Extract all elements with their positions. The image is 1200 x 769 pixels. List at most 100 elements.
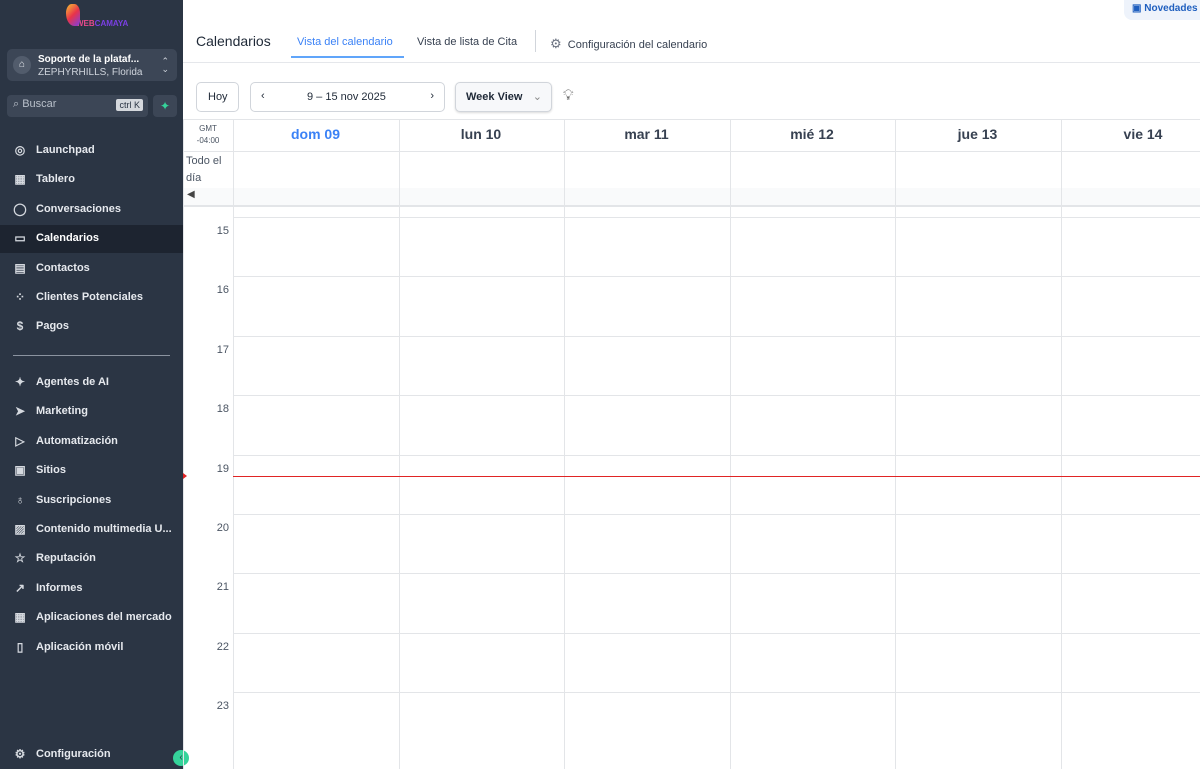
today-button[interactable]: Hoy	[196, 82, 239, 112]
sidebar-item-chat[interactable]: ◯ Conversaciones	[0, 196, 183, 224]
hour-line	[233, 395, 1200, 397]
sites-icon: ▣	[14, 463, 26, 478]
leads-icon: ⁘	[14, 290, 26, 304]
sidebar-item-star[interactable]: ☆ Reputación	[0, 545, 183, 573]
day-header[interactable]: lun 10	[399, 126, 564, 142]
day-header[interactable]: mar 11	[564, 126, 729, 142]
star-icon: ☆	[14, 551, 26, 566]
search-input[interactable]: ⌕ Buscar ctrl K	[7, 95, 148, 117]
payments-icon: $	[16, 319, 24, 334]
sidebar-item-label: Automatización	[36, 434, 118, 447]
day-header[interactable]: jue 13	[895, 126, 1060, 142]
sidebar-item-label: Aplicación móvil	[36, 640, 124, 653]
account-location: ZEPHYRHILLS, Florida	[38, 67, 143, 78]
sidebar-item-sites[interactable]: ▣ Sitios	[0, 457, 183, 485]
novedades-label: Novedades	[1144, 3, 1198, 14]
account-switcher[interactable]: ⌂ Soporte de la plataf... ZEPHYRHILLS, F…	[7, 49, 177, 81]
horizontal-scrollbar[interactable]: ◀	[183, 188, 1200, 205]
chart-icon: ↗	[14, 580, 26, 595]
hour-line	[233, 217, 1200, 218]
search-placeholder: Buscar	[22, 98, 57, 110]
sidebar-item-chart[interactable]: ↗ Informes	[0, 575, 183, 603]
sidebar-item-label: Contactos	[36, 261, 90, 274]
hour-line	[233, 632, 1200, 634]
sidebar-item-label: Sitios	[36, 464, 66, 477]
hour-line	[233, 514, 1200, 515]
sidebar-item-dashboard[interactable]: ▦ Tablero	[0, 166, 183, 194]
tab-calendar-view[interactable]: Vista del calendario	[297, 36, 393, 48]
account-name: Soporte de la plataf...	[38, 54, 140, 65]
automation-icon: ▷	[15, 433, 25, 448]
prev-week-button[interactable]: ‹	[261, 90, 265, 102]
sidebar-divider	[13, 355, 170, 356]
tab-label: Configuración del calendario	[567, 39, 708, 51]
main-content: ▣ Novedades Calendarios Vista del calend…	[183, 0, 1200, 769]
sidebar-item-mobile[interactable]: ▯ Aplicación móvil	[0, 634, 183, 662]
sidebar: WEBCAMAYA ⌂ Soporte de la plataf... ZEPH…	[0, 0, 189, 769]
day-header[interactable]: dom 09	[233, 126, 398, 142]
chevron-down-icon: ⌄	[532, 91, 542, 103]
lightbulb-icon[interactable]: 💡︎	[563, 87, 574, 104]
hour-label: 23	[216, 700, 229, 713]
mobile-icon: ▯	[16, 639, 24, 654]
scroll-left-icon[interactable]: ◀	[187, 189, 195, 200]
sidebar-item-payments[interactable]: $ Pagos	[0, 313, 183, 341]
sidebar-item-calendar[interactable]: ▭ Calendarios	[0, 225, 183, 254]
sidebar-item-image[interactable]: ▨ Contenido multimedia U...	[0, 516, 183, 544]
novedades-button[interactable]: ▣ Novedades	[1124, 0, 1200, 20]
hour-line	[233, 454, 1200, 456]
timezone-label: GMT -04:00	[196, 124, 220, 145]
all-day-label: Todo el día	[186, 155, 222, 184]
sidebar-item-sparkles[interactable]: ✦ Agentes de AI	[0, 369, 183, 397]
week-calendar-grid: GMT -04:00 Todo el día ◀ dom 09 lun 10 mar …	[183, 119, 1200, 769]
tab-calendar-settings[interactable]: ⚙ Configuración del calendario	[550, 36, 707, 52]
hour-label: 18	[216, 403, 229, 416]
divider	[535, 30, 536, 52]
gear-icon: ⚙	[14, 747, 26, 761]
quick-action-button[interactable]: ✦	[153, 95, 177, 117]
date-range-navigator: ‹ 9 – 15 nov 2025 ›	[250, 82, 445, 112]
hour-line	[233, 573, 1200, 575]
sidebar-item-label: Launchpad	[36, 144, 95, 156]
sidebar-item-label: Informes	[36, 581, 83, 594]
sidebar-item-send[interactable]: ➤ Marketing	[0, 398, 183, 426]
image-icon: ▨	[14, 522, 26, 536]
view-select[interactable]: Week View ⌄	[455, 82, 552, 112]
tab-appointment-list[interactable]: Vista de lista de Cita	[417, 36, 517, 48]
sidebar-item-apps[interactable]: ▦ Aplicaciones del mercado	[0, 604, 183, 632]
sidebar-item-leads[interactable]: ⁘ Clientes Potenciales	[0, 284, 183, 312]
day-header[interactable]: mié 12	[730, 126, 895, 142]
view-select-value: Week View	[466, 91, 523, 103]
chat-icon: ◯	[13, 201, 27, 216]
sparkles-icon: ✦	[14, 375, 26, 389]
sidebar-item-label: Conversaciones	[36, 202, 121, 215]
hour-label: 16	[216, 284, 229, 297]
sidebar-item-label: Suscripciones	[36, 493, 112, 506]
sidebar-item-automation[interactable]: ▷ Automatización	[0, 428, 183, 456]
hour-line	[233, 335, 1200, 337]
location-icon: ⌂	[13, 56, 31, 74]
dashboard-icon: ▦	[14, 172, 26, 187]
page-title: Calendarios	[196, 33, 271, 49]
date-range-label: 9 – 15 nov 2025	[307, 91, 386, 103]
sidebar-item-settings[interactable]: ⚙ Configuración	[0, 741, 183, 769]
chevron-updown-icon: ⌃ ⌄	[161, 56, 169, 74]
sidebar-item-badge[interactable]: ♁ Suscripciones	[0, 487, 183, 515]
sidebar-item-label: Contenido multimedia U...	[36, 523, 172, 535]
hour-label: 22	[216, 640, 229, 653]
brand-logo[interactable]: WEBCAMAYA	[62, 4, 128, 34]
sidebar-item-rocket[interactable]: ◎ Launchpad	[0, 137, 183, 165]
sidebar-item-contacts[interactable]: ▤ Contactos	[0, 255, 183, 283]
current-time-marker	[183, 473, 187, 479]
sidebar-item-label: Tablero	[36, 173, 75, 186]
current-time-indicator	[233, 476, 1200, 477]
day-header[interactable]: vie 14	[1061, 126, 1200, 142]
sidebar-item-label: Agentes de AI	[36, 376, 109, 388]
divider	[183, 119, 184, 769]
calendar-icon: ▭	[14, 231, 26, 246]
active-tab-indicator	[291, 56, 404, 58]
apps-icon: ▦	[14, 610, 26, 625]
sidebar-item-label: Marketing	[36, 405, 88, 418]
gear-icon: ⚙	[550, 36, 562, 51]
next-week-button[interactable]: ›	[430, 90, 434, 102]
